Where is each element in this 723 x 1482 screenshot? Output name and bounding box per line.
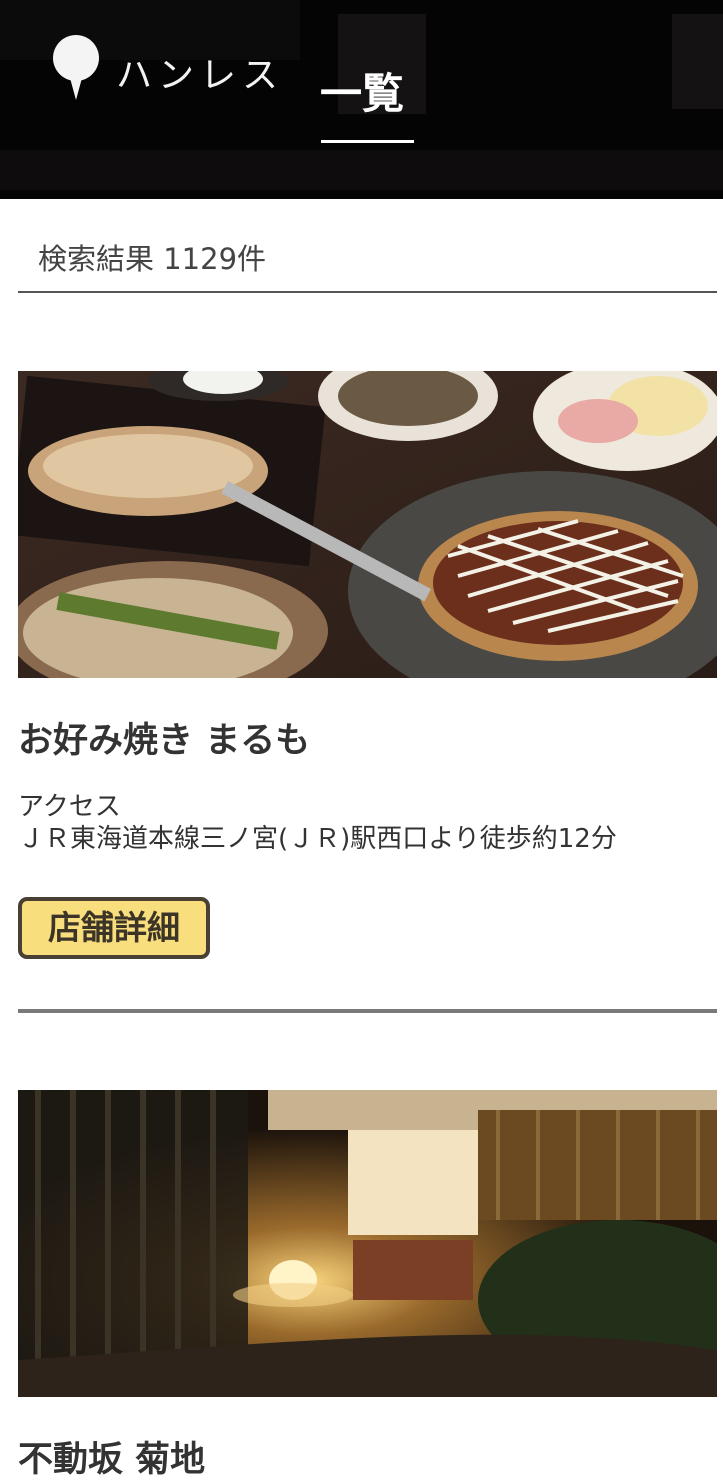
card-divider — [18, 1009, 717, 1013]
app-header: ハンレス 一覧 — [0, 0, 723, 199]
shop-image[interactable] — [18, 371, 717, 678]
shop-name[interactable]: お好み焼き まるも — [18, 712, 310, 763]
restaurant-entrance-photo — [18, 1090, 717, 1397]
map-pin-icon — [53, 35, 99, 100]
title-underline — [321, 140, 414, 143]
site-logo[interactable]: ハンレス — [52, 34, 292, 104]
logo-text: ハンレス — [116, 55, 285, 96]
shop-detail-button[interactable]: 店舗詳細 — [18, 897, 210, 959]
page-title: 一覧 — [320, 69, 405, 118]
access-value: ＪＲ東海道本線三ノ宮(ＪＲ)駅西口より徒歩約12分 — [18, 824, 617, 854]
okonomiyaki-photo — [18, 371, 717, 678]
result-count: 検索結果 1129件 — [38, 242, 267, 276]
shop-name[interactable]: 不動坂 菊地 — [18, 1431, 205, 1482]
shop-image[interactable] — [18, 1090, 717, 1397]
result-divider — [18, 291, 717, 293]
